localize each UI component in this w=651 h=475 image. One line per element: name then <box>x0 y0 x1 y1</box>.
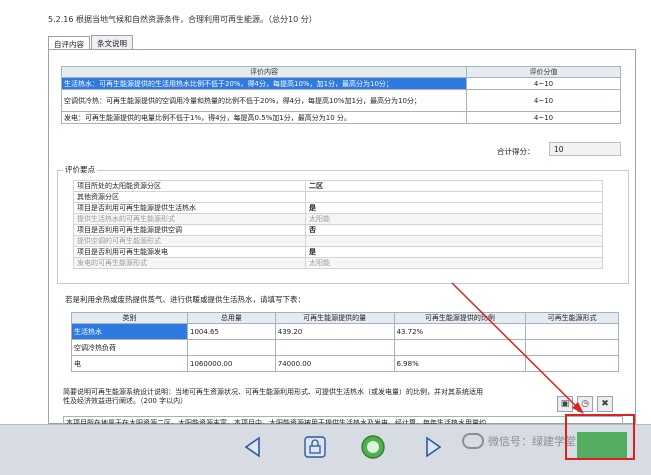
category-cell: 电 <box>71 355 188 372</box>
table-row[interactable]: 发电：可再生能源提供的电量比例不低于1%，得4分，每提高0.5%加1分，最高分为… <box>61 111 621 124</box>
point-answer[interactable] <box>305 191 603 203</box>
renewable-amount-cell[interactable]: 439.20 <box>274 323 395 340</box>
annotation-highlight-box <box>565 414 635 460</box>
point-question: 项目是否利用可再生能源提供空调 <box>73 224 306 236</box>
heat-table-prompt: 若是利用余热或废热提供蒸气、进行供暖或提供生活热水，请填写下表： <box>65 295 305 304</box>
wechat-icon <box>462 433 484 449</box>
criterion-value: 4~10 <box>466 89 621 112</box>
table-row[interactable]: 生活热水 1004.65 439.20 43.72% <box>71 323 619 340</box>
point-answer[interactable]: 否 <box>305 224 603 236</box>
criterion-value: 4~10 <box>466 111 621 124</box>
header-content: 评价内容 <box>61 66 467 78</box>
total-score-label: 合计得分： <box>497 147 535 156</box>
content-panel: 评价内容 评价分值 生活热水：可再生能源提供的生活用热水比例不低于20%，得4分… <box>48 49 636 426</box>
renewable-form-cell[interactable] <box>525 339 619 356</box>
point-answer[interactable]: 太阳能 <box>305 257 603 269</box>
home-button[interactable] <box>358 432 388 462</box>
image-insert-button[interactable]: ▣ <box>557 396 573 412</box>
list-item: 项目所处的太阳能资源分区 二区 <box>73 180 603 192</box>
header-renewable-ratio: 可再生能源提供的比例 <box>393 312 527 324</box>
score-table: 评价内容 评价分值 生活热水：可再生能源提供的生活用热水比例不低于20%，得4分… <box>61 66 621 124</box>
renewable-amount-cell[interactable] <box>274 339 395 356</box>
table-row[interactable]: 空调供冷热：可再生能源提供的空调用冷量和热量的比例不低于20%，得4分，每提高1… <box>61 89 621 112</box>
list-item: 提供空调的可再生能源形式 <box>73 235 603 247</box>
watermark: 微信号：绿建学堂 <box>462 433 576 449</box>
total-usage-cell[interactable]: 1004.65 <box>187 323 276 340</box>
renewable-amount-cell[interactable]: 74000.00 <box>274 355 395 372</box>
watermark-text: 微信号：绿建学堂 <box>488 435 576 448</box>
criterion-text: 发电：可再生能源提供的电量比例不低于1%，得4分，每提高0.5%加1分，最高分为… <box>61 111 467 124</box>
list-item: 发电的可再生能源形式 太阳能 <box>73 257 603 269</box>
history-button[interactable]: ◷ <box>577 396 593 412</box>
list-item: 其他资源分区 <box>73 191 603 203</box>
renewable-ratio-cell[interactable]: 6.98% <box>393 355 527 372</box>
arrow-right-icon <box>426 436 442 458</box>
section-heading: 5.2.16 根据当地气候和自然资源条件，合理利用可再生能源。（总分10 分） <box>48 15 317 24</box>
header-renewable-form: 可再生能源形式 <box>525 312 619 324</box>
list-item: 提供生活热水的可再生能源形式 太阳能 <box>73 213 603 225</box>
renewable-form-cell[interactable] <box>525 355 619 372</box>
header-category: 类别 <box>71 312 188 324</box>
category-cell: 生活热水 <box>71 323 188 340</box>
renewable-ratio-cell[interactable] <box>393 339 527 356</box>
picture-icon: ▣ <box>560 399 570 409</box>
list-item: 项目是否利用可再生能源发电是 <box>73 246 603 258</box>
delete-button[interactable]: ✖ <box>597 396 613 412</box>
point-answer[interactable]: 二区 <box>305 180 603 192</box>
table-row[interactable]: 空调冷热负荷 <box>71 339 619 356</box>
trash-icon: ✖ <box>601 399 609 409</box>
header-value: 评价分值 <box>466 66 621 78</box>
arrow-left-icon <box>244 436 260 458</box>
criterion-text: 生活热水：可再生能源提供的生活用热水比例不低于20%，得4分，每提高10%，加1… <box>61 77 467 90</box>
circle-icon <box>361 435 385 459</box>
header-renewable-amount: 可再生能源提供的量 <box>274 312 395 324</box>
evaluation-points-legend: 评价要点 <box>63 164 97 175</box>
point-question: 其他资源分区 <box>73 191 306 203</box>
category-cell: 空调冷热负荷 <box>71 339 188 356</box>
header-total-usage: 总用量 <box>187 312 276 324</box>
previous-button[interactable] <box>238 432 268 462</box>
total-usage-cell[interactable] <box>187 339 276 356</box>
point-question: 项目是否利用可再生能源发电 <box>73 246 306 258</box>
point-answer[interactable]: 太阳能 <box>305 213 603 225</box>
tab-clause-explanation[interactable]: 条文说明 <box>91 35 133 50</box>
point-answer[interactable]: 是 <box>305 246 603 258</box>
lock-icon <box>304 436 326 458</box>
renewable-form-cell[interactable] <box>525 323 619 340</box>
point-question: 发电的可再生能源形式 <box>73 257 306 269</box>
lock-button[interactable] <box>300 432 330 462</box>
total-score-field[interactable]: 10 <box>549 142 621 156</box>
point-question: 提供生活热水的可再生能源形式 <box>73 213 306 225</box>
evaluation-points-table: 项目所处的太阳能资源分区 二区 其他资源分区 项目是否利用可再生能源提供生活热水是… <box>73 180 603 269</box>
criterion-value: 4~10 <box>466 77 621 90</box>
total-usage-cell[interactable]: 1060000.00 <box>187 355 276 372</box>
next-button[interactable] <box>418 432 448 462</box>
point-question: 项目所处的太阳能资源分区 <box>73 180 306 192</box>
tab-bar: 自评内容 条文说明 <box>48 35 134 51</box>
table-row[interactable]: 电 1060000.00 74000.00 6.98% <box>71 355 619 372</box>
list-item: 项目是否利用可再生能源提供空调否 <box>73 224 603 236</box>
description-instruction: 简要说明可再生能源系统设计说明：当地可再生资源状况、可再生能源利用形式、可提供生… <box>63 388 483 405</box>
clock-icon: ◷ <box>581 399 589 409</box>
point-question: 项目是否利用可再生能源提供生活热水 <box>73 202 306 214</box>
point-answer[interactable]: 是 <box>305 202 603 214</box>
renewable-ratio-cell[interactable]: 43.72% <box>393 323 527 340</box>
criterion-text: 空调供冷热：可再生能源提供的空调用冷量和热量的比例不低于20%，得4分，每提高1… <box>61 89 467 112</box>
point-question: 提供空调的可再生能源形式 <box>73 235 306 247</box>
table-row[interactable]: 生活热水：可再生能源提供的生活用热水比例不低于20%，得4分，每提高10%，加1… <box>61 77 621 90</box>
renewable-usage-table: 类别 总用量 可再生能源提供的量 可再生能源提供的比例 可再生能源形式 生活热水… <box>71 312 619 372</box>
point-answer[interactable] <box>305 235 603 247</box>
list-item: 项目是否利用可再生能源提供生活热水是 <box>73 202 603 214</box>
